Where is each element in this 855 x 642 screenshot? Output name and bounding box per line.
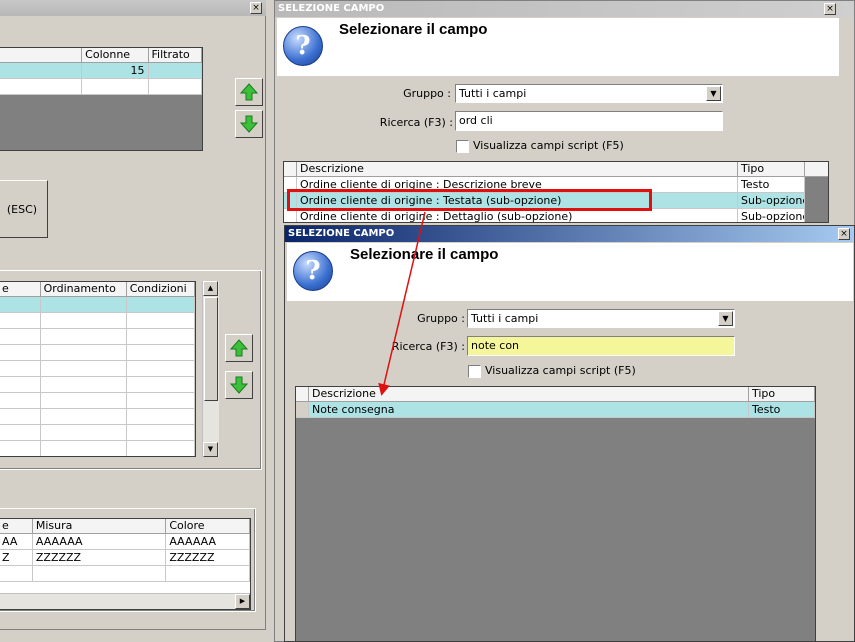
annotation-arrow <box>378 211 426 396</box>
